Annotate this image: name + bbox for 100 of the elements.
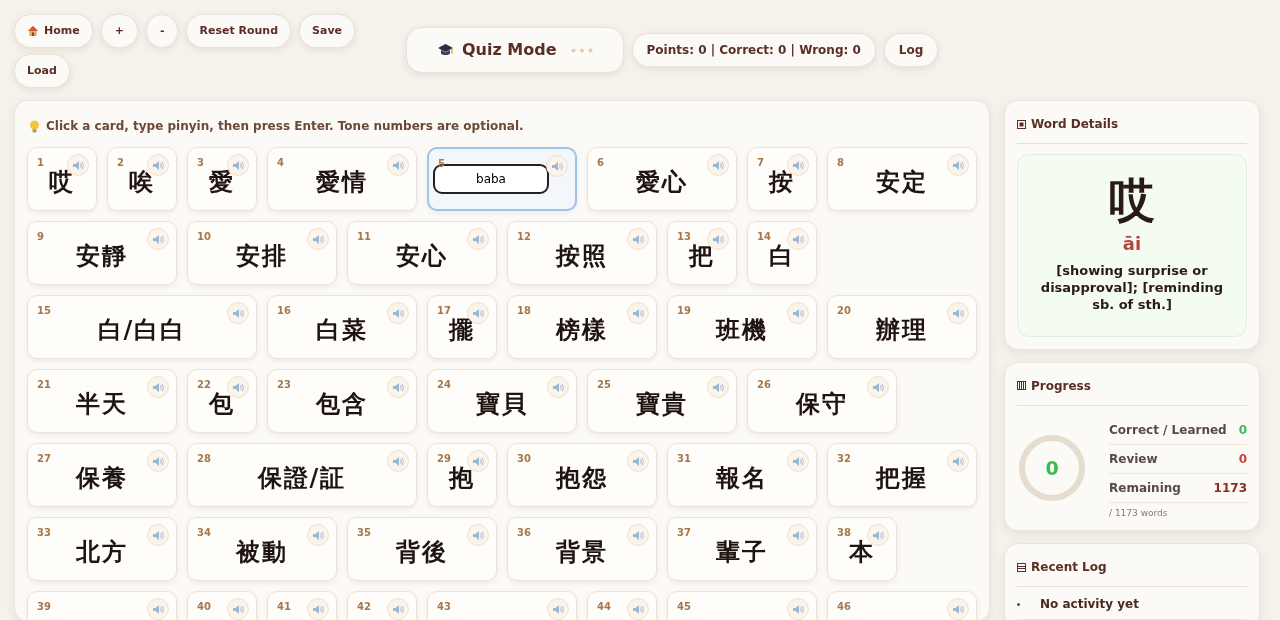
card-number: 37 [677,526,691,540]
word-card[interactable]: 36 背景 [507,517,657,581]
word-card[interactable]: 7 按 [747,147,817,211]
instruction-text: Click a card, type pinyin, then press Enter. Tone numbers are optional. [46,118,524,135]
word-card[interactable]: 44 [587,591,657,620]
stat-value: 0 [1238,450,1247,468]
word-card[interactable]: 6 愛心 [587,147,737,211]
lightbulb-icon [29,119,40,133]
word-card[interactable]: 12 按照 [507,221,657,285]
word-card[interactable]: 3 愛 [187,147,257,211]
speaker-icon [472,456,484,466]
speaker-icon [152,234,164,244]
word-card[interactable]: 42 [347,591,417,620]
word-card[interactable]: 8 安定 [827,147,977,211]
toolbar-button[interactable]: Save [299,14,356,48]
speaker-icon [392,160,404,170]
word-card[interactable]: 26 保守 [747,369,897,433]
word-card[interactable]: 24 寶貝 [427,369,577,433]
word-card[interactable]: 21 半天 [27,369,177,433]
card-word: 擺 [449,314,475,346]
card-number: 21 [37,378,51,392]
card-number: 46 [837,600,851,614]
speaker-icon [952,160,964,170]
card-number: 38 [837,526,851,539]
log-button[interactable]: Log [883,33,939,67]
toolbar-button[interactable]: Reset Round [186,14,292,48]
card-word: 安靜 [76,240,128,272]
card-word: 辦理 [876,314,928,346]
speaker-icon [632,234,644,244]
word-card[interactable]: 13 把 [667,221,737,285]
card-word: 安定 [876,166,928,198]
speaker-icon [232,382,244,392]
card-number: 28 [197,452,211,466]
card-number: 8 [837,156,844,170]
word-card[interactable]: 35 背後 [347,517,497,581]
card-number: 30 [517,452,531,466]
speaker-icon [232,604,244,614]
word-card[interactable]: 23 包含 [267,369,417,433]
word-card[interactable]: 2 唉 [107,147,177,211]
card-number: 27 [37,452,51,466]
card-number: 4 [277,156,284,170]
total-words: / 1173 words [1109,506,1169,520]
word-card[interactable]: 10 安排 [187,221,337,285]
word-card[interactable]: 34 被動 [187,517,337,581]
word-card[interactable]: 27 保養 [27,443,177,507]
card-number: 44 [597,600,611,614]
toolbar-button[interactable]: Load [14,54,70,88]
card-word: 包 [209,388,235,420]
word-card[interactable]: 40 [187,591,257,620]
card-number: 31 [677,452,691,466]
card-number: 25 [597,378,611,392]
card-number: 12 [517,230,531,244]
word-card[interactable]: 41 [267,591,337,620]
word-card[interactable]: 31 報名 [667,443,817,507]
speaker-button[interactable] [546,155,568,177]
quiz-mode-header: Quiz Mode [406,27,624,73]
word-card[interactable]: 39 [27,591,177,620]
word-card[interactable]: 33 北方 [27,517,177,581]
card-number: 26 [757,378,771,392]
word-card[interactable]: 38 本 [827,517,897,581]
word-card[interactable]: 19 班機 [667,295,817,359]
word-card[interactable]: 20 辦理 [827,295,977,359]
word-card[interactable]: 18 榜樣 [507,295,657,359]
speaker-icon [392,308,404,318]
word-card[interactable]: 45 [667,591,817,620]
speaker-icon [952,308,964,318]
word-card[interactable]: 32 把握 [827,443,977,507]
word-card[interactable]: 46 [827,591,977,620]
word-card[interactable]: 30 抱怨 [507,443,657,507]
toolbar-button[interactable]: - [145,14,179,48]
card-number: 36 [517,526,531,540]
card-number: 15 [37,304,51,318]
word-card[interactable]: 1 哎 [27,147,97,211]
home-button[interactable]: Home [14,14,93,48]
word-card[interactable]: 29 抱 [427,443,497,507]
word-card[interactable]: 17 擺 [427,295,497,359]
word-card[interactable]: 37 輩子 [667,517,817,581]
word-card[interactable]: 15 白/白白 [27,295,257,359]
word-card[interactable]: 4 愛情 [267,147,417,211]
word-card[interactable]: 14 白 [747,221,817,285]
stat-label: Review [1109,450,1158,468]
speaker-icon [152,382,164,392]
speaker-icon [392,382,404,392]
card-number: 40 [197,600,211,614]
word-card[interactable]: 22 包 [187,369,257,433]
speaker-icon [392,604,404,614]
word-card[interactable]: 11 安心 [347,221,497,285]
toolbar-button[interactable]: + [100,14,138,48]
word-card[interactable]: 28 保證/証 [187,443,417,507]
word-card[interactable]: 43 [427,591,577,620]
word-card[interactable]: 25 寶貴 [587,369,737,433]
card-number: 3 [197,156,204,170]
stat-label: Remaining [1109,479,1181,497]
detail-definition: [showing surprise or disapproval]; [reminding sb. of sth.] [1039,263,1225,314]
panel-title: Recent Log [1031,559,1107,577]
panel-title: Word Details [1031,116,1119,133]
word-card[interactable]: 16 白菜 [267,295,417,359]
card-word: 保養 [76,462,128,494]
word-card[interactable]: 9 安靜 [27,221,177,285]
panel-title: Progress [1031,377,1091,395]
